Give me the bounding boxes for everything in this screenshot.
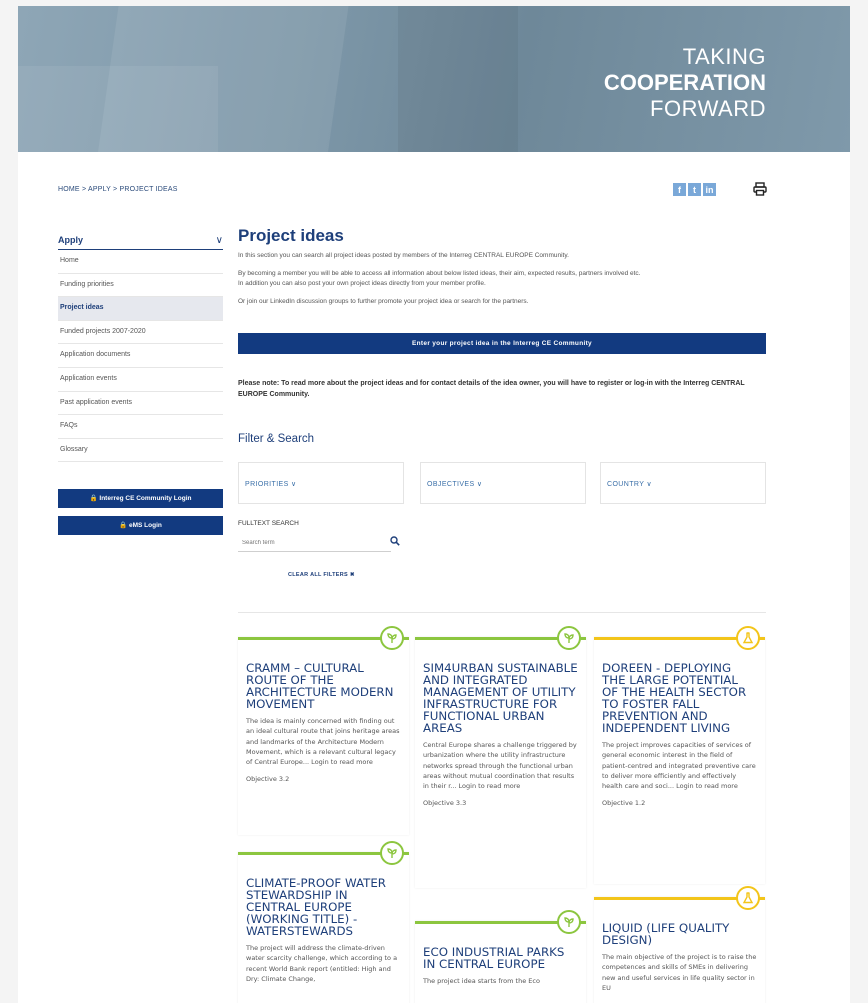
hero-line-1: TAKING bbox=[682, 44, 766, 69]
filter-search-title: Filter & Search bbox=[238, 433, 315, 445]
sidebar-item-glossary[interactable]: Glossary bbox=[58, 439, 223, 463]
plant-icon bbox=[380, 626, 404, 650]
login-note: Please note: To read more about the proj… bbox=[238, 378, 768, 400]
hero-banner: TAKING COOPERATION FORWARD bbox=[18, 6, 850, 152]
enter-project-idea-button[interactable]: Enter your project idea in the Interreg … bbox=[238, 333, 766, 354]
project-card-description: Central Europe shares a challenge trigge… bbox=[423, 741, 577, 791]
breadcrumb[interactable]: HOME > APPLY > PROJECT IDEAS bbox=[58, 186, 178, 193]
project-card-title[interactable]: CRAMM – CULTURAL ROUTE OF THE ARCHITECTU… bbox=[246, 662, 401, 710]
hero-decor bbox=[18, 66, 218, 152]
main-content: Project ideas In this section you can se… bbox=[238, 226, 768, 613]
lab-flask-icon bbox=[736, 886, 760, 910]
priorities-filter-label: PRIORITIES ∨ bbox=[245, 481, 297, 488]
page-container: TAKING COOPERATION FORWARD HOME > APPLY … bbox=[18, 6, 850, 1003]
project-card-description: The project idea starts from the Eco bbox=[423, 977, 540, 985]
member-text-1: By becoming a member you will be able to… bbox=[238, 270, 641, 277]
member-text-2: In addition you can also post your own p… bbox=[238, 280, 486, 287]
sidebar: Apply ∨ Home Funding priorities Project … bbox=[58, 233, 223, 536]
social-links: f t in bbox=[673, 183, 716, 196]
sidebar-item-application-events[interactable]: Application events bbox=[58, 368, 223, 392]
objectives-filter-label: OBJECTIVES ∨ bbox=[427, 481, 483, 488]
project-card-description: The project will address the climate-dri… bbox=[246, 944, 398, 983]
project-card-title[interactable]: ECO INDUSTRIAL PARKS IN CENTRAL EUROPE bbox=[423, 946, 578, 970]
page-title: Project ideas bbox=[238, 226, 344, 245]
project-card[interactable]: ECO INDUSTRIAL PARKS IN CENTRAL EUROPE T… bbox=[415, 921, 586, 1003]
plant-icon bbox=[557, 626, 581, 650]
project-card[interactable]: CRAMM – CULTURAL ROUTE OF THE ARCHITECTU… bbox=[238, 637, 409, 835]
ems-login-button[interactable]: 🔒 eMS Login bbox=[58, 516, 223, 536]
project-card[interactable]: DOREEN - DEPLOYING THE LARGE POTENTIAL O… bbox=[594, 637, 765, 884]
hero-line-2: COOPERATION bbox=[603, 70, 766, 95]
login-note-text: Please note: To read more about the proj… bbox=[238, 380, 669, 387]
project-card-title[interactable]: LIQUID (LIFE QUALITY DESIGN) bbox=[602, 922, 757, 946]
chevron-down-icon[interactable]: ∨ bbox=[216, 235, 223, 246]
page-background: TAKING COOPERATION FORWARD HOME > APPLY … bbox=[0, 0, 868, 1003]
section-divider bbox=[238, 612, 766, 613]
login-note-end: . bbox=[307, 391, 310, 398]
sidebar-heading[interactable]: Apply ∨ bbox=[58, 233, 223, 250]
project-card-title[interactable]: CLIMATE-PROOF WATER STEWARDSHIP IN CENTR… bbox=[246, 877, 401, 937]
project-card-title[interactable]: SIM4URBAN SUSTAINABLE AND INTEGRATED MAN… bbox=[423, 662, 578, 734]
project-card[interactable]: CLIMATE-PROOF WATER STEWARDSHIP IN CENTR… bbox=[238, 852, 409, 1003]
twitter-icon[interactable]: t bbox=[688, 183, 701, 196]
project-card-description: The idea is mainly concerned with findin… bbox=[246, 717, 400, 767]
sidebar-item-funded-projects[interactable]: Funded projects 2007-2020 bbox=[58, 321, 223, 345]
sidebar-item-project-ideas[interactable]: Project ideas bbox=[58, 297, 223, 321]
fulltext-search-label: FULLTEXT SEARCH bbox=[238, 520, 299, 527]
plant-icon bbox=[557, 910, 581, 934]
facebook-icon[interactable]: f bbox=[673, 183, 686, 196]
search-icon[interactable] bbox=[390, 536, 400, 546]
linkedin-text: Or join our LinkedIn discussion groups t… bbox=[238, 298, 529, 305]
project-card-objective: Objective 1.2 bbox=[602, 799, 646, 808]
priorities-filter[interactable]: PRIORITIES ∨ bbox=[238, 462, 404, 504]
hero-line-3: FORWARD bbox=[650, 96, 766, 121]
plant-icon bbox=[380, 841, 404, 865]
community-login-button[interactable]: 🔒 Interreg CE Community Login bbox=[58, 489, 223, 509]
objectives-filter[interactable]: OBJECTIVES ∨ bbox=[420, 462, 586, 504]
search-input[interactable] bbox=[238, 534, 391, 552]
intro-text: In this section you can search all proje… bbox=[238, 252, 569, 259]
project-card-objective: Objective 3.3 bbox=[423, 799, 467, 808]
sidebar-heading-label: Apply bbox=[58, 235, 84, 245]
linkedin-icon[interactable]: in bbox=[703, 183, 716, 196]
hero-slogan: TAKING COOPERATION FORWARD bbox=[604, 44, 766, 122]
project-card[interactable]: SIM4URBAN SUSTAINABLE AND INTEGRATED MAN… bbox=[415, 637, 586, 888]
country-filter[interactable]: COUNTRY ∨ bbox=[600, 462, 766, 504]
project-card-objective: Objective 3.2 bbox=[246, 775, 290, 784]
lab-flask-icon bbox=[736, 626, 760, 650]
sidebar-item-application-documents[interactable]: Application documents bbox=[58, 344, 223, 368]
project-card[interactable]: LIQUID (LIFE QUALITY DESIGN) The main ob… bbox=[594, 897, 765, 1003]
clear-filters-link[interactable]: CLEAR ALL FILTERS ✖ bbox=[288, 572, 355, 578]
sidebar-item-past-application-events[interactable]: Past application events bbox=[58, 392, 223, 416]
project-card-description: The main objective of the project is to … bbox=[602, 953, 757, 992]
project-card-description: The project improves capacities of servi… bbox=[602, 741, 756, 791]
country-filter-label: COUNTRY ∨ bbox=[607, 481, 653, 488]
sidebar-item-funding-priorities[interactable]: Funding priorities bbox=[58, 274, 223, 298]
hero-decor bbox=[398, 6, 518, 152]
print-icon[interactable] bbox=[753, 182, 767, 196]
sidebar-item-home[interactable]: Home bbox=[58, 250, 223, 274]
project-card-title[interactable]: DOREEN - DEPLOYING THE LARGE POTENTIAL O… bbox=[602, 662, 757, 734]
sidebar-item-faqs[interactable]: FAQs bbox=[58, 415, 223, 439]
